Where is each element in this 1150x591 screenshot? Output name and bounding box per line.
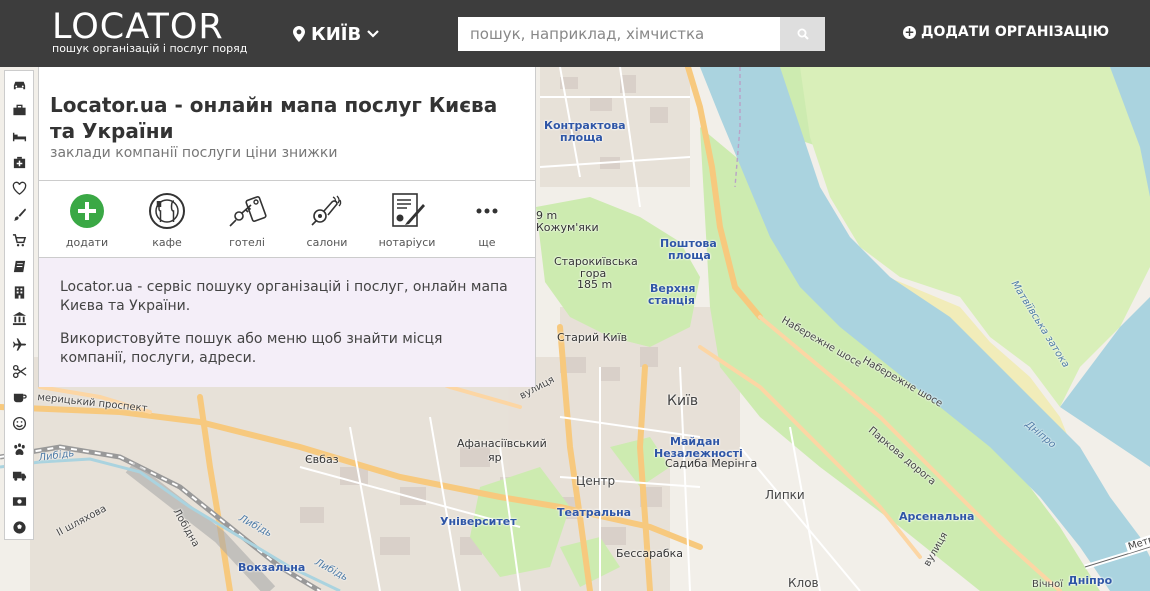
rail-cart-icon[interactable]	[5, 228, 33, 254]
map-label: Центр	[576, 474, 616, 488]
cutlery-icon	[147, 191, 187, 231]
plus-circle-icon: +	[903, 24, 916, 39]
map-label: Садиба Мерінга	[665, 457, 758, 470]
rail-plane-icon[interactable]	[5, 332, 33, 358]
category-salons[interactable]: салони	[287, 191, 367, 253]
map-label: Євбаз	[305, 453, 339, 466]
page-title: Locator.ua - онлайн мапа послуг Києва та…	[50, 93, 498, 143]
map-marker-icon	[293, 26, 305, 42]
map-label: Афанасіївський	[457, 437, 547, 450]
rail-bank-icon[interactable]	[5, 306, 33, 332]
city-name: КИЇВ	[311, 23, 362, 45]
map-label: Клов	[788, 576, 819, 590]
service-description: Locator.ua - сервіс пошуку організацій і…	[39, 258, 535, 387]
category-label: нотаріуси	[378, 236, 436, 249]
top-header: LOCATOR пошук організацій і послуг поряд…	[0, 0, 1150, 67]
description-paragraph: Locator.ua - сервіс пошуку організацій і…	[60, 279, 508, 314]
category-add[interactable]: додати	[47, 191, 127, 253]
map-label: площа	[560, 131, 603, 144]
rail-soccer-ball-icon[interactable]	[5, 515, 33, 541]
page-subtitle: заклади компанії послуги ціни знижки	[50, 145, 338, 161]
category-rail	[4, 70, 34, 540]
map-label: Університет	[440, 515, 517, 528]
add-organization-label: ДОДАТИ ОРГАНІЗАЦІЮ	[921, 24, 1110, 40]
category-label: готелі	[229, 236, 265, 249]
search-bar	[458, 17, 825, 51]
rail-book-icon[interactable]	[5, 254, 33, 280]
category-more[interactable]: ще	[447, 191, 527, 253]
map-label: Київ	[667, 393, 699, 409]
rail-truck-icon[interactable]	[5, 462, 33, 488]
info-panel: Locator.ua - онлайн мапа послуг Києва та…	[38, 67, 536, 387]
category-label: кафе	[152, 236, 182, 249]
more-icon	[467, 191, 507, 231]
map-label: Вічної	[1032, 579, 1063, 590]
description-paragraph: Використовуйте пошук або меню щоб знайти…	[60, 331, 443, 366]
logo-text: LOCATOR	[52, 7, 224, 47]
city-selector[interactable]: КИЇВ	[293, 22, 385, 46]
map-label: яр	[488, 451, 502, 464]
rail-bed-icon[interactable]	[5, 123, 33, 149]
rail-medkit-icon[interactable]	[5, 149, 33, 175]
search-button[interactable]	[780, 17, 825, 51]
category-label: ще	[478, 236, 496, 249]
map-label: станція	[648, 294, 695, 307]
map-label: 9 m	[536, 209, 558, 222]
category-notaries[interactable]: нотаріуси	[367, 191, 447, 253]
category-label: додати	[65, 236, 109, 249]
map-label: Дніпро	[1068, 574, 1113, 587]
search-icon	[797, 28, 809, 40]
chevron-down-icon	[367, 30, 379, 38]
logo[interactable]: LOCATOR пошук організацій і послуг поряд	[52, 7, 247, 60]
map-label: Липки	[765, 488, 805, 502]
rail-money-icon[interactable]	[5, 489, 33, 515]
category-shortcuts: додати кафе готелі салони нотаріуси ще	[39, 180, 535, 258]
hair-dryer-icon	[307, 191, 347, 231]
map-label: Старий Київ	[557, 331, 628, 344]
rail-brush-icon[interactable]	[5, 201, 33, 227]
rail-scissors-icon[interactable]	[5, 358, 33, 384]
key-icon	[227, 191, 267, 231]
rail-heart-icon[interactable]	[5, 175, 33, 201]
rail-paw-icon[interactable]	[5, 436, 33, 462]
rail-briefcase-icon[interactable]	[5, 97, 33, 123]
map-label: Вокзальна	[238, 561, 306, 574]
map-label: площа	[668, 249, 711, 262]
category-cafe[interactable]: кафе	[127, 191, 207, 253]
map-label: Кожум'яки	[536, 221, 599, 234]
add-organization-button[interactable]: + ДОДАТИ ОРГАНІЗАЦІЮ	[903, 24, 1109, 40]
category-hotels[interactable]: готелі	[207, 191, 287, 253]
rail-smile-icon[interactable]	[5, 410, 33, 436]
rail-car-icon[interactable]	[5, 71, 33, 97]
search-input[interactable]	[458, 17, 780, 51]
rail-coffee-icon[interactable]	[5, 384, 33, 410]
map-label: 185 m	[577, 278, 613, 291]
rail-building-icon[interactable]	[5, 280, 33, 306]
category-label: салони	[306, 236, 348, 249]
plus-circle-icon	[67, 191, 107, 231]
logo-tagline: пошук організацій і послуг поряд	[52, 42, 248, 55]
document-pen-icon	[387, 191, 427, 231]
map-label: Арсенальна	[899, 510, 975, 523]
map-label: Бессарабка	[616, 547, 684, 560]
map-label: Театральна	[557, 506, 632, 519]
